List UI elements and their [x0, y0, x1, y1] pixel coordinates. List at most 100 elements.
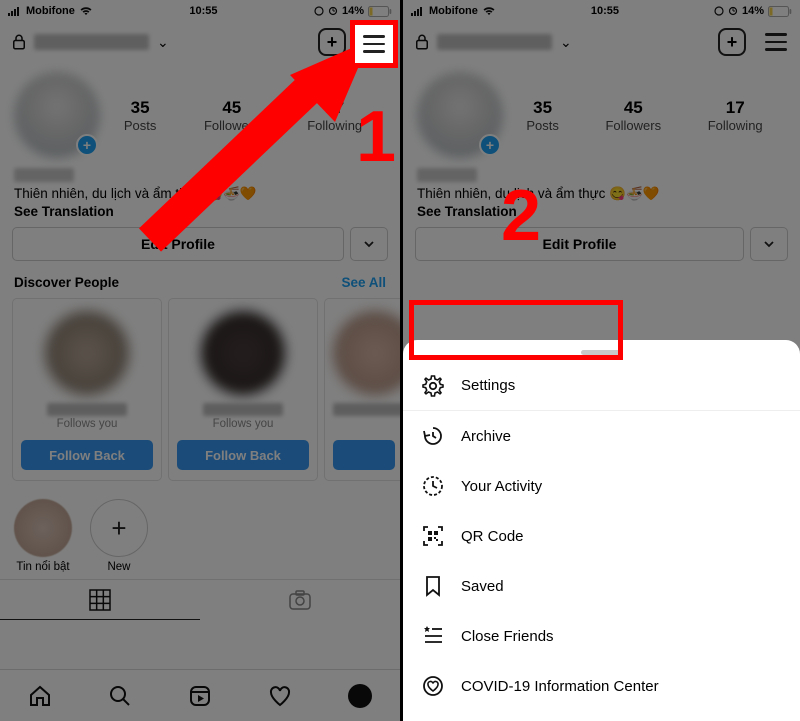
menu-qr[interactable]: QR Code — [403, 511, 800, 561]
menu-label: QR Code — [461, 528, 524, 545]
gear-icon — [421, 374, 445, 398]
add-story-icon[interactable]: + — [76, 134, 98, 156]
orientation-lock-icon — [714, 6, 724, 16]
display-name-blurred — [14, 168, 74, 182]
status-bar: Mobifone 10:55 14% — [403, 0, 800, 20]
add-story-icon[interactable]: + — [479, 134, 501, 156]
suggestions-toggle[interactable] — [750, 227, 788, 261]
menu-label: Your Activity — [461, 478, 542, 495]
menu-settings[interactable]: Settings — [403, 361, 800, 411]
menu-sheet: Settings Archive Your Activity QR Code S… — [403, 340, 800, 721]
menu-button[interactable] — [362, 28, 390, 56]
card-avatar — [45, 311, 129, 395]
alarm-icon — [728, 6, 738, 16]
battery-percent: 14% — [742, 5, 764, 17]
nav-reels[interactable] — [187, 683, 213, 709]
edit-profile-button[interactable]: Edit Profile — [415, 227, 744, 261]
highlight-new[interactable]: + New — [90, 499, 148, 573]
grid-icon — [89, 589, 111, 611]
see-all-link[interactable]: See All — [341, 275, 386, 290]
follow-back-button[interactable]: Follow Back — [177, 440, 309, 470]
bottom-nav — [0, 669, 400, 721]
discover-card[interactable]: Follows you Follow Back — [12, 298, 162, 481]
tab-grid[interactable] — [0, 580, 200, 620]
annotation-number-1: 1 — [356, 96, 396, 178]
stat-following[interactable]: 17 Following — [307, 98, 362, 133]
signal-icon — [411, 6, 425, 16]
edit-profile-button[interactable]: Edit Profile — [12, 227, 344, 261]
menu-label: Settings — [461, 377, 515, 394]
plus-icon: + — [111, 513, 126, 544]
screenshot-step-1: Mobifone 10:55 14% ⌄ + + 35 Posts — [0, 0, 400, 721]
sheet-grabber[interactable] — [581, 350, 623, 355]
activity-icon — [421, 474, 445, 498]
chevron-down-icon[interactable]: ⌄ — [157, 34, 169, 51]
follow-button[interactable] — [333, 440, 395, 470]
avatar[interactable]: + — [417, 72, 503, 158]
display-name-blurred — [417, 168, 477, 182]
menu-label: COVID-19 Information Center — [461, 678, 659, 695]
carrier-label: Mobifone — [26, 5, 75, 17]
card-avatar — [333, 311, 400, 395]
card-avatar — [201, 311, 285, 395]
list-star-icon — [421, 624, 445, 648]
orientation-lock-icon — [314, 6, 324, 16]
card-name-blurred — [47, 403, 127, 416]
nav-search[interactable] — [107, 683, 133, 709]
bio-text: Thiên nhiên, du lịch và ẩm thực 😋🍜🧡 — [0, 182, 400, 202]
menu-close-friends[interactable]: Close Friends — [403, 611, 800, 661]
archive-icon — [421, 424, 445, 448]
highlight-item[interactable]: Tin nổi bật — [14, 499, 72, 573]
follows-you-label: Follows you — [21, 418, 153, 430]
discover-card[interactable]: Follows you Follow Back — [168, 298, 318, 481]
clock-label: 10:55 — [591, 5, 619, 17]
story-highlights: Tin nổi bật + New — [0, 493, 400, 579]
see-translation-link[interactable]: See Translation — [0, 202, 400, 227]
follow-back-button[interactable]: Follow Back — [21, 440, 153, 470]
menu-saved[interactable]: Saved — [403, 561, 800, 611]
stat-posts[interactable]: 35 Posts — [124, 98, 157, 133]
highlight-label: New — [90, 561, 148, 573]
menu-covid[interactable]: COVID-19 Information Center — [403, 661, 800, 711]
stat-following[interactable]: 17Following — [708, 98, 763, 133]
heart-circle-icon — [421, 674, 445, 698]
nav-activity[interactable] — [267, 683, 293, 709]
battery-icon — [768, 6, 792, 17]
menu-label: Saved — [461, 578, 504, 595]
tab-tagged[interactable] — [200, 580, 400, 620]
discover-cards: Follows you Follow Back Follows you Foll… — [0, 298, 400, 493]
stat-posts[interactable]: 35Posts — [526, 98, 559, 133]
username-blurred[interactable] — [437, 34, 552, 50]
stat-followers[interactable]: 45Followers — [605, 98, 661, 133]
screenshot-step-2: Mobifone 10:55 14% ⌄ + + 35Posts 45Follo… — [400, 0, 800, 721]
lock-icon — [10, 33, 28, 51]
see-translation-link[interactable]: See Translation — [403, 202, 800, 227]
menu-archive[interactable]: Archive — [403, 411, 800, 461]
menu-button[interactable] — [762, 28, 790, 56]
bookmark-icon — [421, 574, 445, 598]
qr-icon — [421, 524, 445, 548]
profile-stats-row: + 35 Posts 45 Followers 17 Following — [0, 64, 400, 162]
create-button[interactable]: + — [718, 28, 746, 56]
menu-activity[interactable]: Your Activity — [403, 461, 800, 511]
nav-profile[interactable] — [347, 683, 373, 709]
discover-card[interactable] — [324, 298, 400, 481]
camera-tag-icon — [288, 589, 312, 611]
stat-followers[interactable]: 45 Followers — [204, 98, 260, 133]
discover-title: Discover People — [14, 275, 119, 290]
card-name-blurred — [203, 403, 283, 416]
battery-percent: 14% — [342, 5, 364, 17]
nav-home[interactable] — [27, 683, 53, 709]
username-blurred[interactable] — [34, 34, 149, 50]
profile-header: ⌄ + — [403, 20, 800, 64]
avatar[interactable]: + — [14, 72, 100, 158]
chevron-down-icon[interactable]: ⌄ — [560, 34, 572, 51]
status-bar: Mobifone 10:55 14% — [0, 0, 400, 20]
profile-stats-row: + 35Posts 45Followers 17Following — [403, 64, 800, 162]
annotation-number-2: 2 — [501, 175, 541, 257]
suggestions-toggle[interactable] — [350, 227, 388, 261]
profile-tabs — [0, 579, 400, 620]
clock-label: 10:55 — [189, 5, 217, 17]
create-button[interactable]: + — [318, 28, 346, 56]
profile-header: ⌄ + — [0, 20, 400, 64]
